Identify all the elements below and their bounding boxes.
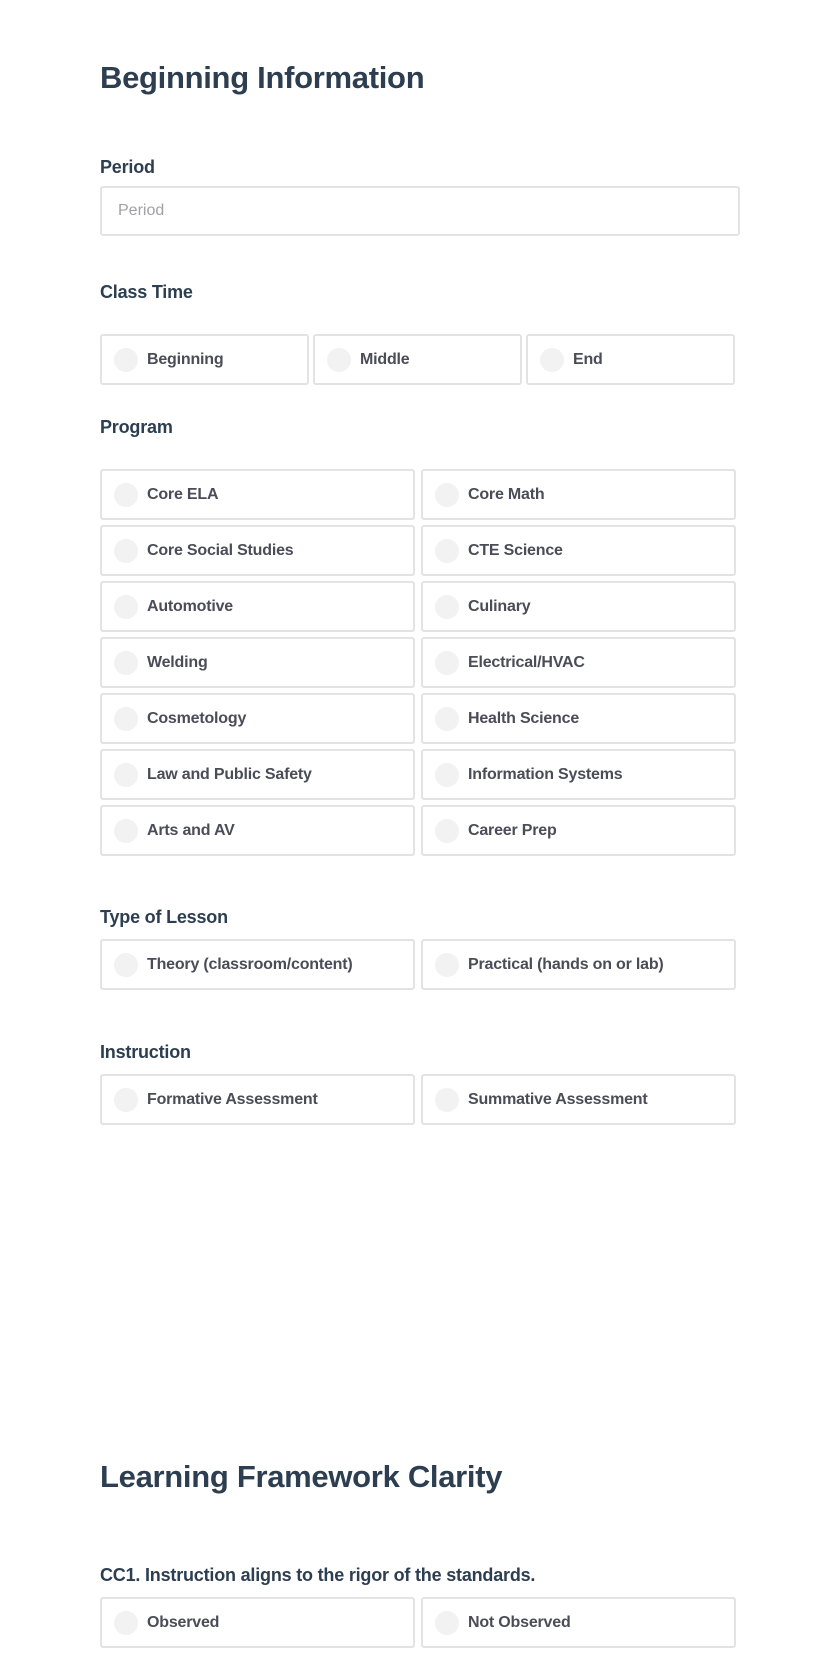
field-program: Program Core ELA Core Math Core Social S… — [100, 416, 740, 856]
option-label: Information Systems — [468, 765, 623, 783]
program-option-health-science[interactable]: Health Science — [421, 693, 736, 744]
radio-circle-icon[interactable] — [435, 1610, 459, 1635]
section-title-learning-framework-clarity: Learning Framework Clarity — [100, 1459, 503, 1494]
cc1-option-not-observed[interactable]: Not Observed — [421, 1597, 736, 1648]
program-option-arts-and-av[interactable]: Arts and AV — [100, 805, 415, 856]
radio-circle-icon[interactable] — [540, 347, 564, 372]
field-class-time: Class Time Beginning Middle End — [100, 281, 740, 385]
program-label: Program — [100, 417, 173, 437]
option-label: Middle — [360, 350, 410, 368]
option-label: Core ELA — [147, 485, 219, 503]
option-label: Culinary — [468, 597, 531, 615]
option-label: Practical (hands on or lab) — [468, 955, 664, 973]
class-time-option-middle[interactable]: Middle — [313, 334, 522, 385]
program-option-welding[interactable]: Welding — [100, 637, 415, 688]
program-option-culinary[interactable]: Culinary — [421, 581, 736, 632]
radio-circle-icon[interactable] — [435, 706, 459, 731]
program-option-law-and-public-safety[interactable]: Law and Public Safety — [100, 749, 415, 800]
program-option-information-systems[interactable]: Information Systems — [421, 749, 736, 800]
option-label: Health Science — [468, 709, 580, 727]
radio-circle-icon[interactable] — [114, 952, 138, 977]
period-input[interactable] — [100, 186, 740, 236]
period-label: Period — [100, 157, 155, 177]
radio-circle-icon[interactable] — [114, 762, 138, 787]
program-option-core-ela[interactable]: Core ELA — [100, 469, 415, 520]
radio-circle-icon[interactable] — [114, 818, 138, 843]
field-period: Period — [100, 156, 740, 236]
radio-circle-icon[interactable] — [114, 347, 138, 372]
option-label: Career Prep — [468, 821, 557, 839]
class-time-options: Beginning Middle End — [100, 334, 736, 385]
field-instruction: Instruction Formative Assessment Summati… — [100, 1041, 740, 1125]
radio-circle-icon[interactable] — [114, 650, 138, 675]
radio-circle-icon[interactable] — [435, 762, 459, 787]
instruction-option-summative[interactable]: Summative Assessment — [421, 1074, 736, 1125]
radio-circle-icon[interactable] — [435, 818, 459, 843]
radio-circle-icon[interactable] — [435, 1087, 459, 1112]
radio-circle-icon[interactable] — [114, 538, 138, 563]
radio-circle-icon[interactable] — [114, 482, 138, 507]
program-option-cosmetology[interactable]: Cosmetology — [100, 693, 415, 744]
radio-circle-icon[interactable] — [435, 952, 459, 977]
option-label: Formative Assessment — [147, 1090, 318, 1108]
section-title-beginning-information: Beginning Information — [100, 60, 425, 95]
cc1-option-observed[interactable]: Observed — [100, 1597, 415, 1648]
radio-circle-icon[interactable] — [435, 482, 459, 507]
option-label: Cosmetology — [147, 709, 247, 727]
option-label: Not Observed — [468, 1613, 571, 1631]
program-option-career-prep[interactable]: Career Prep — [421, 805, 736, 856]
radio-circle-icon[interactable] — [114, 1610, 138, 1635]
option-label: Core Social Studies — [147, 541, 294, 559]
radio-circle-icon[interactable] — [435, 594, 459, 619]
instruction-option-formative[interactable]: Formative Assessment — [100, 1074, 415, 1125]
field-cc1: CC1. Instruction aligns to the rigor of … — [100, 1564, 740, 1648]
option-label: CTE Science — [468, 541, 563, 559]
radio-circle-icon[interactable] — [435, 650, 459, 675]
option-label: End — [573, 350, 603, 368]
class-time-label: Class Time — [100, 282, 193, 302]
instruction-label: Instruction — [100, 1042, 191, 1062]
cc1-options: Observed Not Observed — [100, 1597, 736, 1648]
radio-circle-icon[interactable] — [114, 1087, 138, 1112]
program-option-core-math[interactable]: Core Math — [421, 469, 736, 520]
program-options: Core ELA Core Math Core Social Studies C… — [100, 469, 736, 856]
program-option-cte-science[interactable]: CTE Science — [421, 525, 736, 576]
field-type-of-lesson: Type of Lesson Theory (classroom/content… — [100, 906, 740, 990]
cc1-label: CC1. Instruction aligns to the rigor of … — [100, 1565, 536, 1585]
radio-circle-icon[interactable] — [435, 538, 459, 563]
instruction-options: Formative Assessment Summative Assessmen… — [100, 1074, 736, 1125]
option-label: Theory (classroom/content) — [147, 955, 353, 973]
class-time-option-end[interactable]: End — [526, 334, 735, 385]
radio-circle-icon[interactable] — [114, 706, 138, 731]
option-label: Summative Assessment — [468, 1090, 648, 1108]
program-option-electrical-hvac[interactable]: Electrical/HVAC — [421, 637, 736, 688]
program-option-automotive[interactable]: Automotive — [100, 581, 415, 632]
radio-circle-icon[interactable] — [327, 347, 351, 372]
option-label: Beginning — [147, 350, 224, 368]
lesson-option-practical[interactable]: Practical (hands on or lab) — [421, 939, 736, 990]
lesson-option-theory[interactable]: Theory (classroom/content) — [100, 939, 415, 990]
option-label: Observed — [147, 1613, 220, 1631]
option-label: Welding — [147, 653, 208, 671]
option-label: Electrical/HVAC — [468, 653, 585, 671]
option-label: Automotive — [147, 597, 234, 615]
option-label: Core Math — [468, 485, 545, 503]
option-label: Arts and AV — [147, 821, 235, 839]
radio-circle-icon[interactable] — [114, 594, 138, 619]
program-option-core-social-studies[interactable]: Core Social Studies — [100, 525, 415, 576]
type-of-lesson-options: Theory (classroom/content) Practical (ha… — [100, 939, 736, 990]
class-time-option-beginning[interactable]: Beginning — [100, 334, 309, 385]
option-label: Law and Public Safety — [147, 765, 312, 783]
type-of-lesson-label: Type of Lesson — [100, 907, 228, 927]
